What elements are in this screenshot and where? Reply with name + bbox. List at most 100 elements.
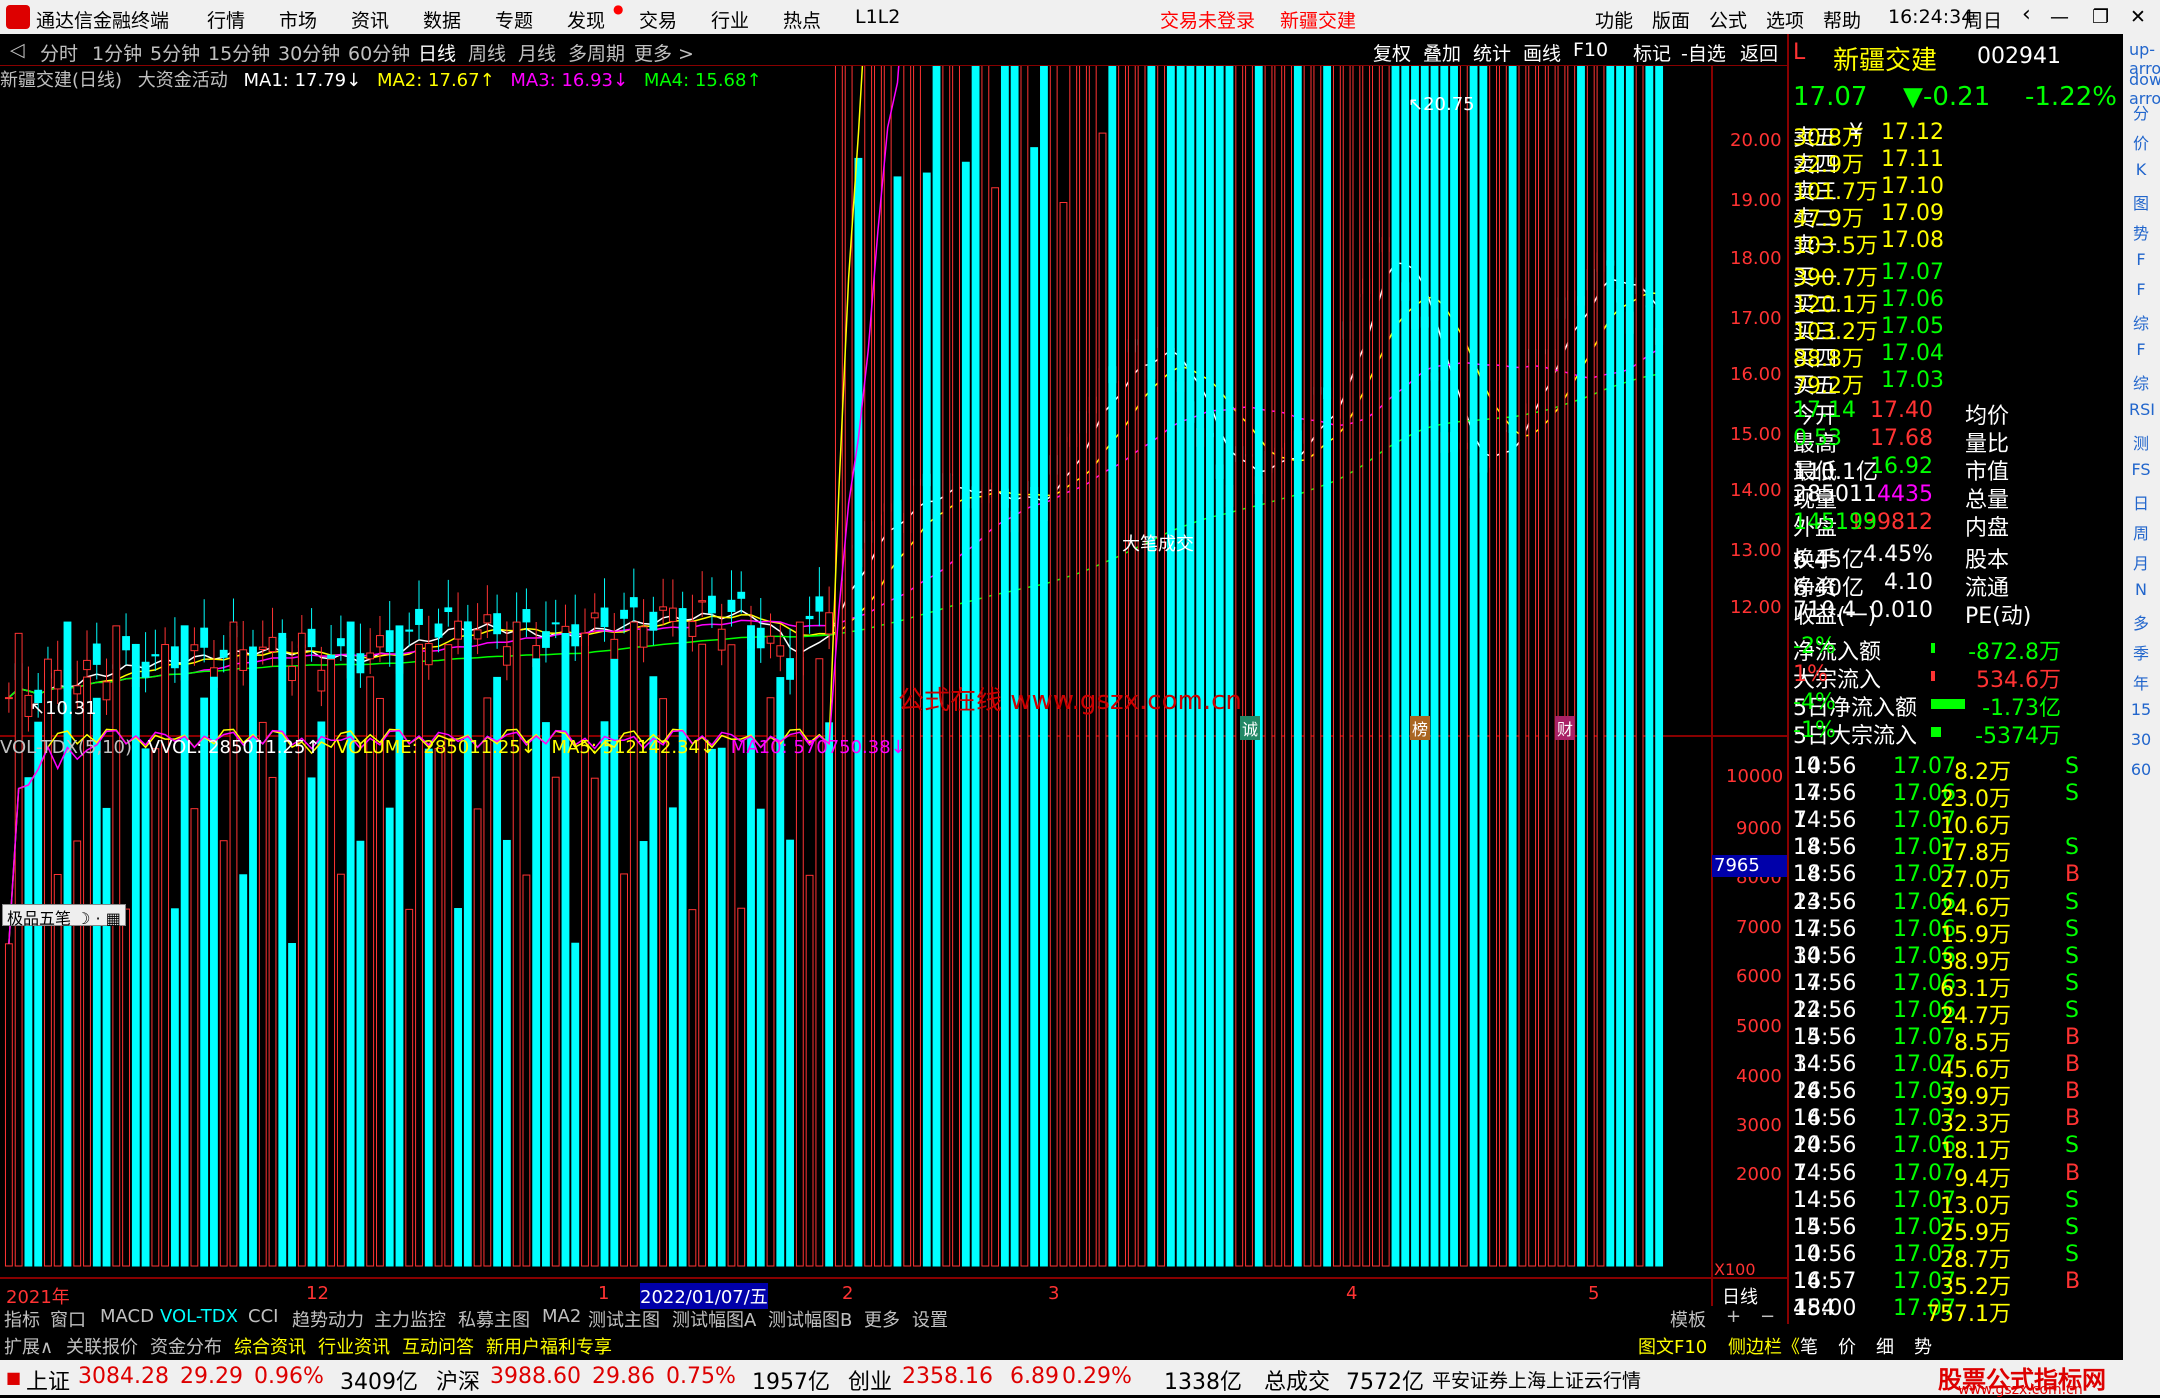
tick-row[interactable]: 14:56 17.07 28.7万 S 10 bbox=[1793, 1242, 2121, 1273]
tool-diejia[interactable]: 叠加 bbox=[1423, 39, 1461, 66]
period-more[interactable]: 更多 > bbox=[634, 39, 694, 66]
side-24-icon[interactable]: 60 bbox=[2129, 760, 2153, 784]
tab-sidebar[interactable]: 侧边栏《 bbox=[1728, 1333, 1800, 1359]
stat-row[interactable]: 收益(一) 0.010 PE(动) 710.4 bbox=[1793, 598, 2121, 629]
tool-fuquan[interactable]: 复权 bbox=[1373, 39, 1411, 66]
tab-cci[interactable]: CCI bbox=[248, 1306, 278, 1327]
tab-hangye[interactable]: 行业资讯 bbox=[318, 1333, 390, 1359]
side-19-icon[interactable]: 多 bbox=[2129, 610, 2153, 634]
flow-row[interactable]: 净流入额 -872.8万 -2% bbox=[1793, 634, 2121, 665]
tick-row[interactable]: 14:56 17.06 24.7万 S 22 bbox=[1793, 998, 2121, 1029]
side-22-icon[interactable]: 15 bbox=[2129, 700, 2153, 724]
tab-bi[interactable]: 笔 bbox=[1800, 1333, 1818, 1359]
side-14-icon[interactable]: FS bbox=[2129, 460, 2153, 484]
menu-shichang[interactable]: 市场 bbox=[279, 6, 317, 33]
menu-l1l2[interactable]: L1L2 bbox=[855, 6, 900, 28]
side-17-icon[interactable]: 月 bbox=[2129, 550, 2153, 574]
bid-row[interactable]: 买三 17.05 103.2万 bbox=[1793, 314, 2121, 345]
side-1-icon[interactable]: down-arrow bbox=[2129, 70, 2160, 108]
tab-zhibiao[interactable]: 指标 bbox=[4, 1306, 40, 1332]
side-12-icon[interactable]: RSI bbox=[2129, 400, 2155, 424]
side-20-icon[interactable]: 季 bbox=[2129, 640, 2153, 664]
tool-tongji[interactable]: 统计 bbox=[1473, 39, 1511, 66]
minimize-icon[interactable]: — bbox=[2050, 6, 2069, 28]
event-tag[interactable]: 诚 bbox=[1240, 716, 1261, 740]
tab-fuli[interactable]: 新用户福利专享 bbox=[486, 1333, 612, 1359]
tab-ceshi-b[interactable]: 测试幅图B bbox=[768, 1306, 852, 1332]
broker-info[interactable]: 平安证券上海上证云行情 bbox=[1432, 1366, 1641, 1393]
tick-row[interactable]: 14:57 17.07 35.2万 B 16 bbox=[1793, 1269, 2121, 1300]
menu-zixun[interactable]: 资讯 bbox=[351, 6, 389, 33]
event-tag[interactable]: 财 bbox=[1555, 716, 1576, 740]
period-day[interactable]: 日线 bbox=[418, 39, 456, 66]
tick-row[interactable]: 14:56 17.07 39.9万 B 26 bbox=[1793, 1079, 2121, 1110]
flow-row[interactable]: 大宗流入 534.6万 1% bbox=[1793, 662, 2121, 693]
stat-row[interactable]: 最高 17.68 量比 0.53 bbox=[1793, 426, 2121, 457]
stat-row[interactable]: 外盘 139812 内盘 145199 bbox=[1793, 510, 2121, 541]
menu-faxian[interactable]: 发现 bbox=[567, 6, 605, 33]
tab-ma2[interactable]: MA2 bbox=[542, 1306, 581, 1327]
period-5min[interactable]: 5分钟 bbox=[150, 39, 200, 66]
ime-toolbar[interactable]: 极品五笔 ☽ · ▦ bbox=[2, 904, 126, 928]
tick-row[interactable]: 14:56 17.07 13.0万 S 14 bbox=[1793, 1188, 2121, 1219]
stat-row[interactable]: 换手 4.45% 股本 6.45亿 bbox=[1793, 542, 2121, 573]
menu-redian[interactable]: 热点 bbox=[783, 6, 821, 33]
menu-gongshi[interactable]: 公式 bbox=[1709, 6, 1747, 33]
tick-row[interactable]: 14:56 17.06 24.6万 S 23 bbox=[1793, 890, 2121, 921]
tick-row[interactable]: 14:56 17.07 9.4万 B 7 bbox=[1793, 1161, 2121, 1192]
remove-button[interactable]: − bbox=[1760, 1306, 1775, 1327]
side-10-icon[interactable]: F bbox=[2129, 340, 2153, 364]
tab-kuozhan[interactable]: 扩展∧ bbox=[4, 1333, 53, 1359]
tab-zhuli[interactable]: 主力监控 bbox=[374, 1306, 446, 1332]
tick-row[interactable]: 14:56 17.07 25.9万 S 15 bbox=[1793, 1215, 2121, 1246]
bid-row[interactable]: 买五 17.03 79.2万 bbox=[1793, 368, 2121, 399]
cy-label[interactable]: 创业 bbox=[848, 1364, 892, 1396]
ask-row[interactable]: 卖四 17.11 22.9万 bbox=[1793, 147, 2121, 178]
menu-banmian[interactable]: 版面 bbox=[1652, 6, 1690, 33]
stat-row[interactable]: 净资 4.10 流通 6.40亿 bbox=[1793, 570, 2121, 601]
tab-vol-tdx[interactable]: VOL-TDX bbox=[160, 1306, 238, 1327]
side-15-icon[interactable]: 日 bbox=[2129, 490, 2153, 514]
flow-row[interactable]: 5日净流入额 -1.73亿 -4% bbox=[1793, 690, 2121, 721]
restore-icon[interactable]: ❐ bbox=[2092, 6, 2109, 28]
tool-f10[interactable]: F10 bbox=[1573, 39, 1608, 61]
side-4-icon[interactable]: K bbox=[2129, 160, 2153, 184]
tab-shi[interactable]: 势 bbox=[1914, 1333, 1932, 1359]
close-chart-icon[interactable]: ◁ bbox=[10, 39, 25, 61]
tab-xi[interactable]: 细 bbox=[1876, 1333, 1894, 1359]
sh-label[interactable]: 上证 bbox=[26, 1364, 70, 1396]
tool-huaxian[interactable]: 画线 bbox=[1523, 39, 1561, 66]
flow-row[interactable]: 5日大宗流入 -5374万 -1% bbox=[1793, 718, 2121, 749]
side-16-icon[interactable]: 周 bbox=[2129, 520, 2153, 544]
period-30min[interactable]: 30分钟 bbox=[278, 39, 340, 66]
bid-row[interactable]: 买一 17.07 390.7万 bbox=[1793, 260, 2121, 291]
template-button[interactable]: 模板 bbox=[1670, 1306, 1706, 1332]
back-arrow-icon[interactable]: ‹ bbox=[2022, 2, 2031, 27]
side-9-icon[interactable]: 综 bbox=[2129, 310, 2153, 334]
ask-row[interactable]: 卖五 ¥17.12 30.8万 bbox=[1793, 120, 2121, 151]
tab-jia[interactable]: 价 bbox=[1838, 1333, 1856, 1359]
stat-row[interactable]: 今开 17.40 均价 17.14 bbox=[1793, 398, 2121, 429]
ask-row[interactable]: 卖三 17.10 101.7万 bbox=[1793, 174, 2121, 205]
menu-shuju[interactable]: 数据 bbox=[423, 6, 461, 33]
add-button[interactable]: + bbox=[1726, 1306, 1741, 1327]
login-status[interactable]: 交易未登录 bbox=[1160, 6, 1255, 33]
tab-f10[interactable]: 图文F10 bbox=[1638, 1333, 1707, 1359]
tick-row[interactable]: 14:56 17.06 38.9万 S 30 bbox=[1793, 944, 2121, 975]
period-month[interactable]: 月线 bbox=[518, 39, 556, 66]
tab-chuangkou[interactable]: 窗口 bbox=[50, 1306, 86, 1332]
period-1min[interactable]: 1分钟 bbox=[92, 39, 142, 66]
period-15min[interactable]: 15分钟 bbox=[208, 39, 270, 66]
tab-hudong[interactable]: 互动问答 bbox=[402, 1333, 474, 1359]
bid-row[interactable]: 买四 17.04 88.8万 bbox=[1793, 341, 2121, 372]
period-multi[interactable]: 多周期 bbox=[568, 39, 625, 66]
side-8-icon[interactable]: F bbox=[2129, 280, 2153, 304]
menu-bangzhu[interactable]: 帮助 bbox=[1823, 6, 1861, 33]
tab-ceshi-a[interactable]: 测试幅图A bbox=[672, 1306, 756, 1332]
side-0-icon[interactable]: up-arrow bbox=[2129, 40, 2160, 78]
tab-ceshi-zhutu[interactable]: 测试主图 bbox=[588, 1306, 660, 1332]
tick-row[interactable]: 14:56 17.07 17.8万 S 18 bbox=[1793, 835, 2121, 866]
close-icon[interactable]: ✕ bbox=[2130, 6, 2146, 28]
tab-gengduo[interactable]: 更多 bbox=[864, 1306, 900, 1332]
menu-hangye[interactable]: 行业 bbox=[711, 6, 749, 33]
